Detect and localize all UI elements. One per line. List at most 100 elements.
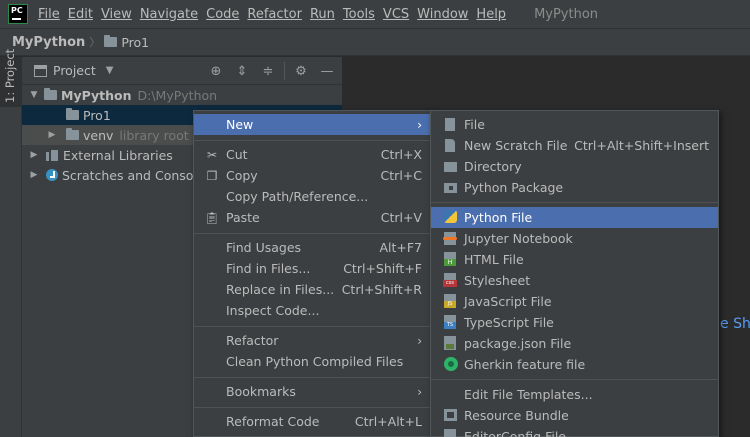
menu-separator [431, 202, 718, 203]
submenu-item-gherkin[interactable]: Gherkin feature file [431, 354, 718, 375]
toolbar-divider [284, 62, 285, 80]
new-submenu: File New Scratch File Ctrl+Alt+Shift+Ins… [430, 110, 719, 437]
menu-code[interactable]: Code [206, 7, 239, 22]
gear-icon[interactable]: ⚙ [288, 64, 314, 79]
submenu-item-label: Python Package [464, 180, 564, 195]
tree-item-label: External Libraries [63, 147, 173, 163]
chevron-right-icon: › [417, 333, 422, 348]
menu-view[interactable]: View [101, 7, 132, 22]
menu-item-replace-in-files[interactable]: Replace in Files... Ctrl+Shift+R [194, 279, 430, 300]
tree-item-label: venv [83, 127, 114, 143]
menu-item-shortcut: Ctrl+Shift+R [341, 282, 422, 297]
menu-run[interactable]: Run [310, 7, 335, 22]
left-tool-stripe: 1: Project [0, 49, 22, 437]
submenu-item-jupyter[interactable]: Jupyter Notebook [431, 228, 718, 249]
menu-item-clean-compiled[interactable]: Clean Python Compiled Files [194, 351, 430, 372]
menu-item-label: Find Usages [226, 240, 302, 255]
menu-item-find-usages[interactable]: Find Usages Alt+F7 [194, 237, 430, 258]
chevron-right-icon[interactable]: ▶ [28, 170, 40, 180]
submenu-item-python-package[interactable]: Python Package [431, 177, 718, 198]
menu-item-cut[interactable]: ✂ Cut Ctrl+X [194, 144, 430, 165]
menu-item-new[interactable]: New › [194, 114, 430, 135]
tree-item-label: Scratches and Consoles [62, 167, 212, 183]
menu-item-shortcut: Ctrl+Shift+F [343, 261, 422, 276]
submenu-item-python-file[interactable]: Python File [431, 207, 718, 228]
package-json-icon [444, 336, 456, 350]
main-menu-bar: PC File Edit View Navigate Code Refactor… [0, 0, 750, 28]
menu-item-label: Copy Path/Reference... [226, 189, 369, 204]
tree-row-root[interactable]: ▼ MyPython D:\MyPython [22, 85, 342, 105]
submenu-item-label: JavaScript File [464, 294, 552, 309]
menu-item-shortcut: Ctrl+Alt+L [354, 414, 422, 429]
menu-vcs[interactable]: VCS [383, 7, 409, 22]
typescript-file-icon [444, 315, 456, 329]
expand-all-icon[interactable]: ⇕ [229, 64, 255, 79]
submenu-item-shortcut: Ctrl+Alt+Shift+Insert [574, 138, 709, 153]
submenu-item-file[interactable]: File [431, 114, 718, 135]
project-tool-label: 1: Project [3, 48, 17, 103]
tree-item-label: Pro1 [83, 107, 111, 123]
tree-root-path: D:\MyPython [137, 87, 218, 103]
chevron-right-icon[interactable]: ▶ [46, 130, 58, 140]
copy-icon: ❐ [206, 168, 218, 183]
menu-refactor[interactable]: Refactor [247, 7, 302, 22]
menu-navigate[interactable]: Navigate [140, 7, 198, 22]
menu-item-label: Find in Files... [226, 261, 311, 276]
menu-separator [194, 407, 430, 408]
menu-item-paste[interactable]: 📋︎ Paste Ctrl+V [194, 207, 430, 228]
chevron-right-icon[interactable]: ▶ [28, 150, 40, 160]
submenu-item-editorconfig[interactable]: EditorConfig File [431, 426, 718, 437]
window-title: MyPython [534, 6, 599, 22]
menu-file[interactable]: File [38, 7, 60, 22]
menu-window[interactable]: Window [417, 7, 468, 22]
menu-item-copy-path[interactable]: Copy Path/Reference... [194, 186, 430, 207]
submenu-item-new-scratch[interactable]: New Scratch File Ctrl+Alt+Shift+Insert [431, 135, 718, 156]
menu-item-reformat-code[interactable]: Reformat Code Ctrl+Alt+L [194, 411, 430, 432]
submenu-item-label: EditorConfig File [464, 429, 566, 437]
submenu-item-stylesheet[interactable]: Stylesheet [431, 270, 718, 291]
jupyter-icon [443, 232, 457, 245]
resource-bundle-icon [444, 409, 457, 421]
submenu-item-label: Jupyter Notebook [464, 231, 573, 246]
breadcrumb-current[interactable]: Pro1 [121, 35, 149, 50]
chevron-down-icon[interactable]: ▼ [106, 65, 114, 76]
submenu-item-label: Stylesheet [464, 273, 531, 288]
chevron-down-icon[interactable]: ▼ [28, 90, 40, 100]
minimize-icon[interactable]: — [314, 64, 340, 79]
submenu-item-typescript[interactable]: TypeScript File [431, 312, 718, 333]
menu-item-find-in-files[interactable]: Find in Files... Ctrl+Shift+F [194, 258, 430, 279]
menu-item-shortcut: Alt+F7 [379, 240, 422, 255]
menu-item-refactor[interactable]: Refactor › [194, 330, 430, 351]
pycharm-logo-icon: PC [8, 4, 28, 24]
collapse-all-icon[interactable]: ≑ [255, 64, 281, 79]
menu-item-label: Reformat Code [226, 414, 320, 429]
submenu-item-package-json[interactable]: package.json File [431, 333, 718, 354]
locate-target-icon[interactable]: ⊕ [203, 64, 229, 79]
html-file-icon [444, 252, 456, 266]
project-tool-tab[interactable]: 1: Project [0, 49, 22, 107]
menu-tools[interactable]: Tools [343, 7, 375, 22]
menu-item-bookmarks[interactable]: Bookmarks › [194, 381, 430, 402]
menu-help[interactable]: Help [476, 7, 506, 22]
library-icon [46, 149, 59, 161]
menu-separator [194, 326, 430, 327]
submenu-item-label: package.json File [464, 336, 572, 351]
breadcrumb-root[interactable]: MyPython [12, 35, 85, 50]
submenu-item-label: HTML File [464, 252, 524, 267]
project-view-selector[interactable]: Project [53, 63, 96, 78]
menu-separator [431, 379, 718, 380]
menu-edit[interactable]: Edit [68, 7, 93, 22]
file-icon [445, 118, 455, 131]
menu-item-copy[interactable]: ❐ Copy Ctrl+C [194, 165, 430, 186]
menu-item-label: Copy [226, 168, 258, 183]
folder-icon [444, 162, 457, 172]
submenu-item-directory[interactable]: Directory [431, 156, 718, 177]
submenu-item-html[interactable]: HTML File [431, 249, 718, 270]
folder-icon [66, 128, 79, 140]
submenu-item-resource-bundle[interactable]: Resource Bundle [431, 405, 718, 426]
submenu-item-edit-templates[interactable]: Edit File Templates... [431, 384, 718, 405]
submenu-item-javascript[interactable]: JavaScript File [431, 291, 718, 312]
folder-icon [104, 35, 118, 47]
menu-item-inspect-code[interactable]: Inspect Code... [194, 300, 430, 321]
menu-item-label: New [226, 117, 254, 132]
